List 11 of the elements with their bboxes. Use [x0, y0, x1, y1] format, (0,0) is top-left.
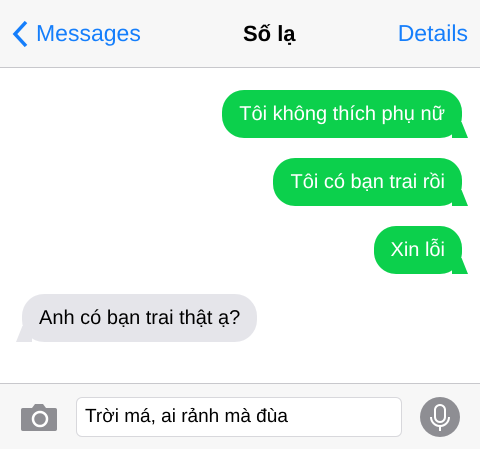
- received-message-bubble: Anh có bạn trai thật ạ?: [16, 294, 258, 342]
- camera-icon[interactable]: [20, 402, 58, 432]
- back-chevron-icon: [12, 20, 28, 48]
- message-input-field[interactable]: Trời má, ai rảnh mà đùa: [76, 396, 402, 436]
- sent-message-bubble: Tôi không thích phụ nữ: [222, 90, 468, 138]
- sent-message-bubble: Tôi có bạn trai rồi: [273, 158, 468, 206]
- conversation-title: Số lạ: [242, 20, 296, 48]
- details-link[interactable]: Details: [398, 16, 468, 51]
- microphone-icon[interactable]: [420, 396, 460, 436]
- sent-message-bubble: Xin lỗi: [374, 226, 468, 274]
- back-link[interactable]: Messages: [12, 16, 141, 51]
